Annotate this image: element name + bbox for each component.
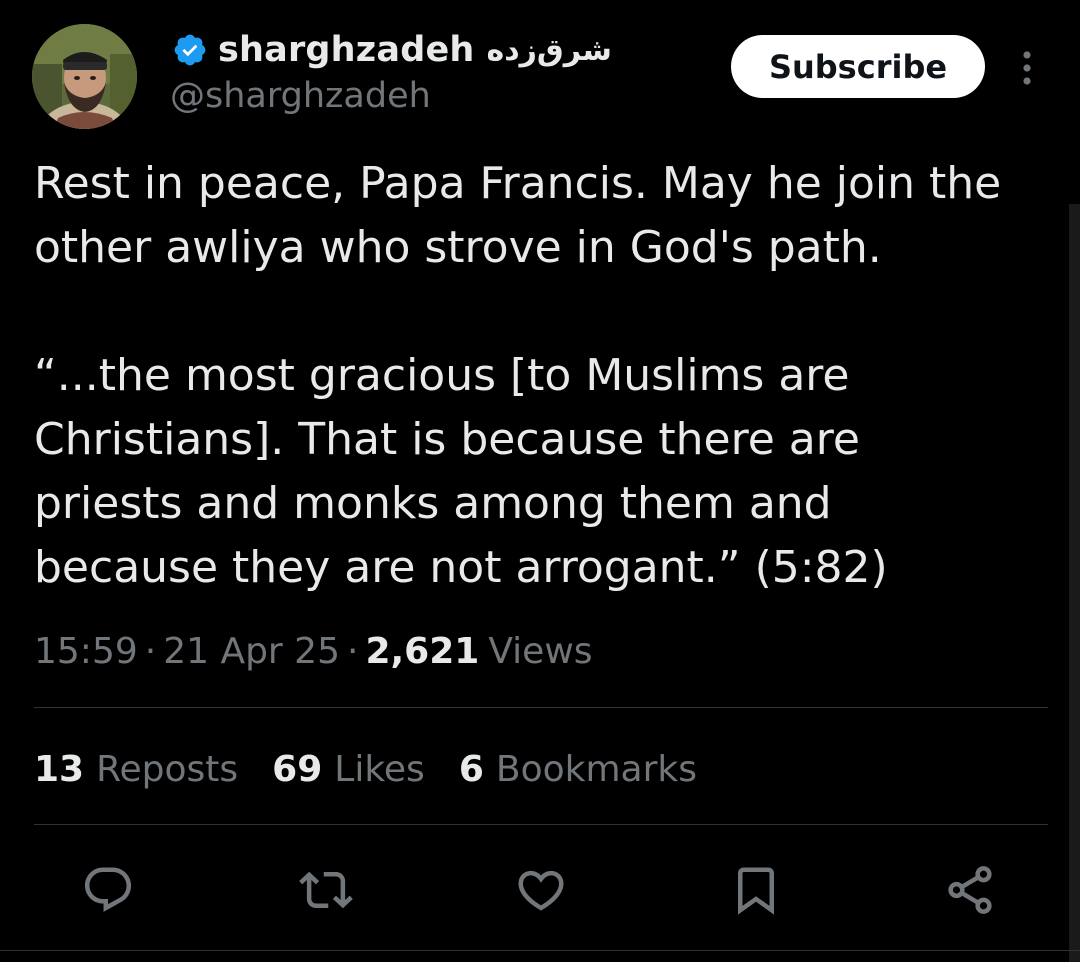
views-count: 2,621 xyxy=(365,630,480,672)
like-button[interactable] xyxy=(513,862,569,918)
avatar-image xyxy=(32,24,137,129)
more-vertical-icon xyxy=(1023,51,1031,85)
author-display-name-persian[interactable]: شرق‌زده xyxy=(487,33,612,68)
bookmarks-stat[interactable]: 6 Bookmarks xyxy=(459,749,697,790)
likes-label: Likes xyxy=(334,748,425,790)
author-display-name[interactable]: sharghzadeh xyxy=(218,30,475,70)
repost-icon xyxy=(299,871,353,909)
tweet-text-line: other awliya who strove in God's path. xyxy=(34,222,882,273)
subscribe-button[interactable]: Subscribe xyxy=(731,35,985,98)
tweet-text-line: Rest in peace, Papa Francis. May he join… xyxy=(34,158,1002,209)
more-options-button[interactable] xyxy=(1010,46,1044,90)
tweet-time[interactable]: 15:59 xyxy=(34,631,138,672)
repost-button[interactable] xyxy=(298,862,354,918)
meta-separator: · xyxy=(347,630,359,672)
tweet-text: Rest in peace, Papa Francis. May he join… xyxy=(34,152,1054,600)
share-button[interactable] xyxy=(942,862,998,918)
like-icon xyxy=(518,870,564,911)
scrollbar[interactable] xyxy=(1069,204,1080,962)
tweet-meta: 15:59 · 21 Apr 25 · 2,621 Views xyxy=(34,626,593,676)
engagement-stats: 13 Reposts 69 Likes 6 Bookmarks xyxy=(34,744,731,794)
reposts-label: Reposts xyxy=(96,748,239,790)
divider xyxy=(34,707,1048,708)
likes-stat[interactable]: 69 Likes xyxy=(272,749,425,790)
tweet-quote-line: “...the most gracious [to Muslims are xyxy=(34,350,850,401)
author-name-row[interactable]: sharghzadeh شرق‌زده xyxy=(172,28,612,72)
divider xyxy=(34,824,1048,825)
author-handle[interactable]: @sharghzadeh xyxy=(170,76,431,116)
tweet-quote-line: priests and monks among them and xyxy=(34,478,832,529)
verified-badge-icon xyxy=(172,32,208,68)
bookmarks-count: 6 xyxy=(458,748,484,790)
share-icon xyxy=(948,866,992,914)
bottom-divider xyxy=(0,950,1080,951)
reposts-count: 13 xyxy=(34,748,85,790)
reply-button[interactable] xyxy=(80,862,136,918)
tweet-quote-line: Christians]. That is because there are xyxy=(34,414,860,465)
likes-count: 69 xyxy=(272,748,323,790)
views-label: Views xyxy=(488,630,593,672)
tweet-quote-line: because they are not arrogant.” (5:82) xyxy=(34,542,888,593)
reposts-stat[interactable]: 13 Reposts xyxy=(34,749,238,790)
author-avatar[interactable] xyxy=(32,24,137,129)
bookmark-icon xyxy=(738,867,774,915)
reply-icon xyxy=(84,867,132,912)
meta-separator: · xyxy=(144,630,157,672)
bookmark-button[interactable] xyxy=(728,862,784,918)
tweet-date[interactable]: 21 Apr 25 xyxy=(163,631,340,672)
bookmarks-label: Bookmarks xyxy=(495,748,698,790)
